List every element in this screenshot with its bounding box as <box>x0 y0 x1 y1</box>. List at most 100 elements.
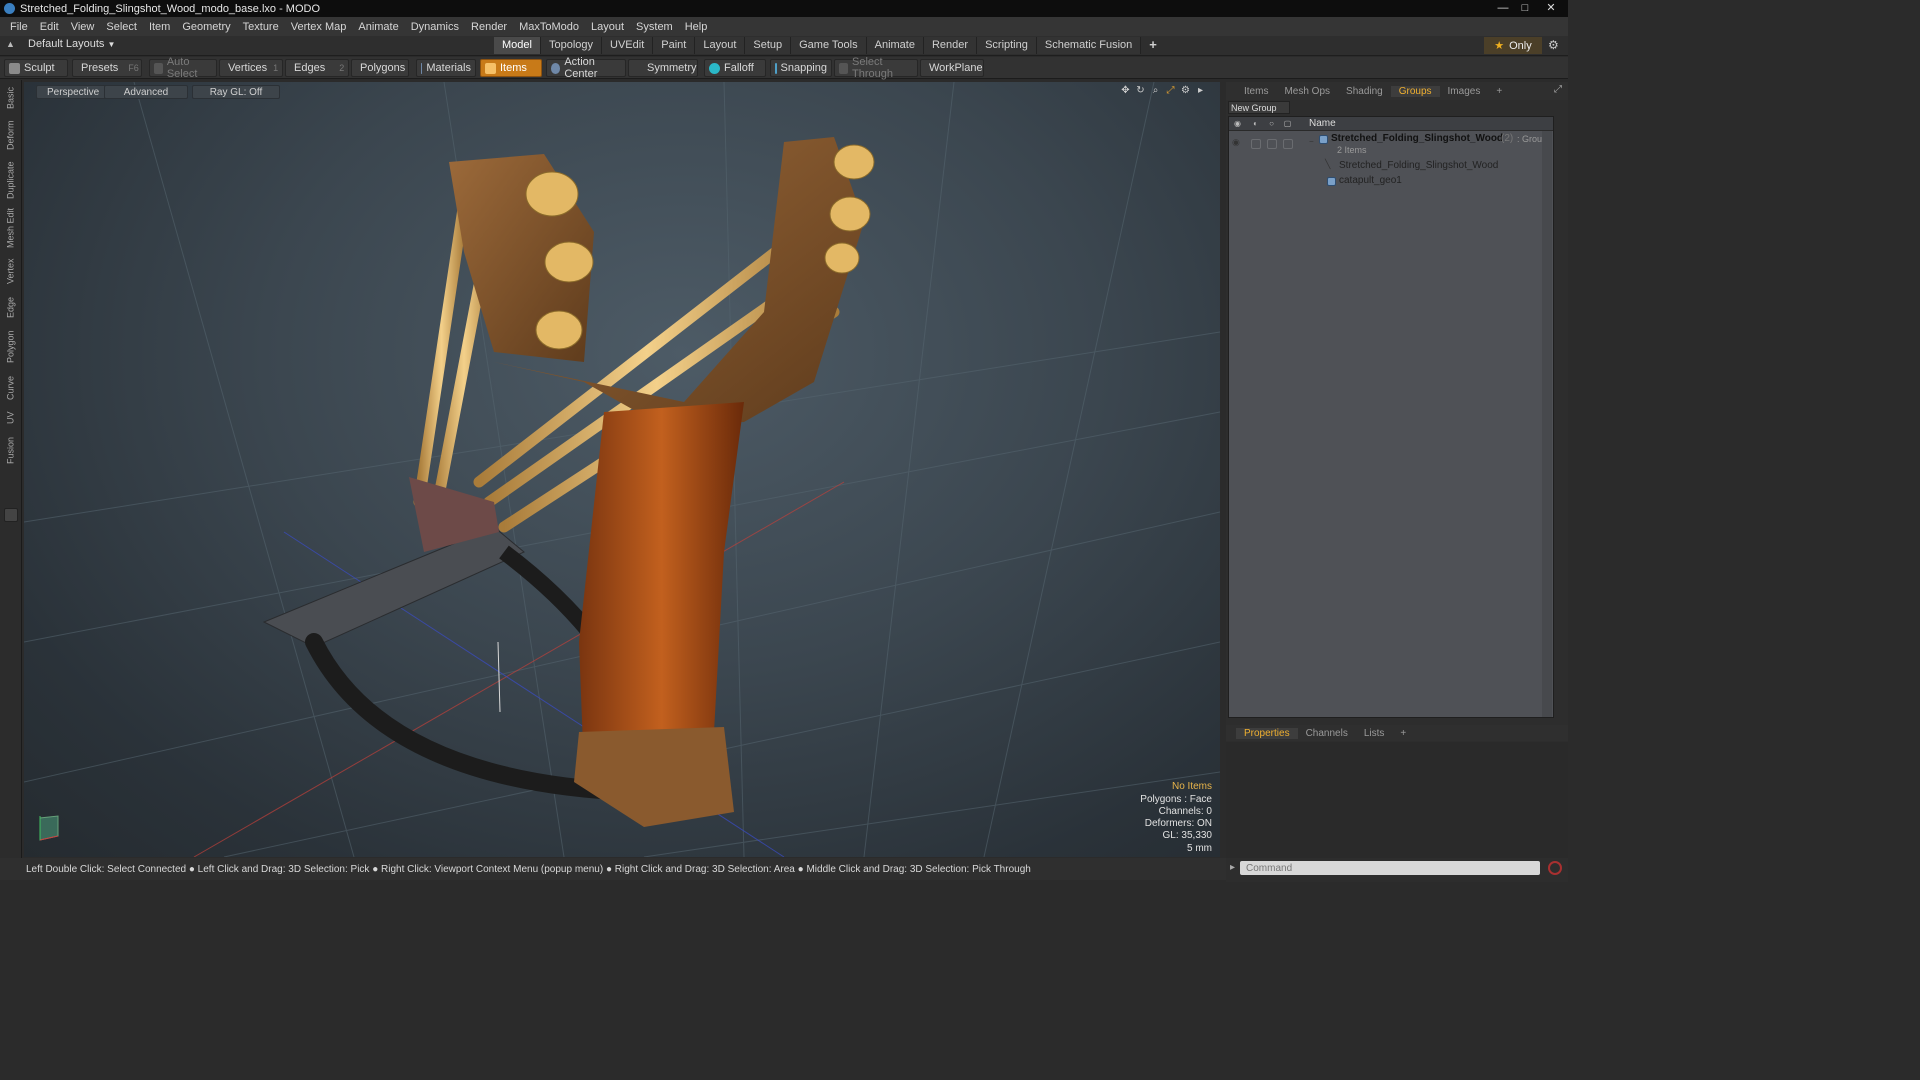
only-button[interactable]: ★ Only <box>1484 37 1542 54</box>
menu-render[interactable]: Render <box>465 21 513 33</box>
tab-properties[interactable]: Properties <box>1236 727 1298 739</box>
group-row[interactable]: ◉ − Stretched_Folding_Slingshot_Wood (2)… <box>1229 133 1553 159</box>
tab-shading[interactable]: Shading <box>1338 86 1391 97</box>
tab-channels[interactable]: Channels <box>1298 728 1356 739</box>
vtab-fusion[interactable]: Fusion <box>3 432 18 468</box>
vtab-uv[interactable]: UV <box>3 408 18 428</box>
move-view-icon[interactable]: ✥ <box>1118 85 1133 96</box>
tab-topology[interactable]: Topology <box>540 37 603 54</box>
name-column-header[interactable]: Name <box>1309 118 1336 129</box>
view-perspective-button[interactable]: Perspective <box>36 85 111 99</box>
menu-geometry[interactable]: Geometry <box>176 21 236 33</box>
select-toggle-icon[interactable]: ▢ <box>1281 119 1294 129</box>
tab-items[interactable]: Items <box>1236 86 1276 97</box>
tab-setup[interactable]: Setup <box>745 37 792 54</box>
tab-layout[interactable]: Layout <box>695 37 746 54</box>
edges-button[interactable]: Edges 2 <box>285 59 349 77</box>
vtab-mesh-edit[interactable]: Mesh Edit <box>3 206 18 250</box>
vtab-polygon[interactable]: Polygon <box>3 326 18 368</box>
x-axis-line <box>193 481 845 857</box>
command-input[interactable]: Command <box>1240 861 1540 875</box>
row-lock-toggle[interactable] <box>1267 139 1277 149</box>
tab-model[interactable]: Model <box>494 37 541 54</box>
menu-file[interactable]: File <box>4 21 34 33</box>
group-child-row[interactable]: ╲ Stretched_Folding_Slingshot_Wood <box>1229 159 1553 174</box>
raygl-button[interactable]: Ray GL: Off <box>192 85 280 99</box>
zoom-view-icon[interactable]: ⌕ <box>1148 85 1163 96</box>
add-tab-plus-icon[interactable]: + <box>1392 728 1414 739</box>
row-select-toggle[interactable] <box>1283 139 1293 149</box>
expand-panel-icon[interactable]: ⤢ <box>1554 84 1562 95</box>
fit-view-icon[interactable]: ⤢ <box>1163 85 1178 96</box>
tab-render[interactable]: Render <box>923 37 978 54</box>
tab-uvedit[interactable]: UVEdit <box>602 37 654 54</box>
menu-select[interactable]: Select <box>100 21 143 33</box>
vtab-curve[interactable]: Curve <box>3 372 18 404</box>
tab-schematic-fusion[interactable]: Schematic Fusion <box>1036 37 1142 54</box>
render-toggle-icon[interactable]: ◐ <box>1249 119 1262 129</box>
rotate-view-icon[interactable]: ↻ <box>1133 85 1148 96</box>
action-center-button[interactable]: Action Center <box>546 56 626 80</box>
row-render-toggle[interactable] <box>1251 139 1261 149</box>
menu-edit[interactable]: Edit <box>34 21 65 33</box>
tab-animate[interactable]: Animate <box>866 37 924 54</box>
collapse-icon[interactable]: − <box>1309 137 1314 146</box>
viewport-menu-arrow-icon[interactable]: ▸ <box>1193 85 1208 96</box>
snapping-button[interactable]: Snapping <box>770 59 832 77</box>
shading-advanced-button[interactable]: Advanced <box>104 85 188 99</box>
sculpt-button[interactable]: Sculpt <box>4 59 68 77</box>
vtab-duplicate[interactable]: Duplicate <box>3 158 18 202</box>
group-child-row[interactable]: catapult_geo1 <box>1229 174 1553 189</box>
gear-icon[interactable]: ⚙ <box>1548 38 1559 52</box>
strip-toggle-button[interactable] <box>4 508 18 522</box>
new-group-button[interactable]: New Group <box>1228 101 1290 114</box>
close-icon[interactable]: ✕ <box>1536 0 1566 15</box>
layout-selector[interactable]: ▲ Default Layouts ▼ <box>6 38 115 50</box>
visibility-eye-icon[interactable]: ◉ <box>1231 119 1244 129</box>
menu-maxtomodo[interactable]: MaxToModo <box>513 21 585 33</box>
items-button[interactable]: Items <box>480 59 542 77</box>
presets-button[interactable]: Presets F6 <box>72 59 142 77</box>
menu-texture[interactable]: Texture <box>237 21 285 33</box>
vtab-vertex[interactable]: Vertex <box>3 254 18 288</box>
tab-paint[interactable]: Paint <box>653 37 696 54</box>
maximize-icon[interactable]: □ <box>1514 0 1536 15</box>
polygons-button[interactable]: Polygons <box>351 59 409 77</box>
groups-list[interactable]: ◉ ◐ ○ ▢ Name ◉ − Stretched_Folding_Sling… <box>1228 116 1554 718</box>
3d-viewport[interactable]: Perspective Advanced Ray GL: Off ✥ ↻ ⌕ ⤢… <box>24 82 1220 857</box>
vtab-edge[interactable]: Edge <box>3 292 18 322</box>
add-tab-plus-icon[interactable]: + <box>1141 37 1165 54</box>
tab-lists[interactable]: Lists <box>1356 728 1393 739</box>
menu-system[interactable]: System <box>630 21 679 33</box>
add-tab-plus-icon[interactable]: + <box>1488 86 1510 97</box>
materials-button[interactable]: Materials <box>416 59 476 77</box>
menu-help[interactable]: Help <box>679 21 714 33</box>
menu-vertex-map[interactable]: Vertex Map <box>285 21 353 33</box>
viewport-settings-icon[interactable]: ⚙ <box>1178 85 1193 96</box>
minimize-icon[interactable]: — <box>1492 0 1514 15</box>
auto-select-button[interactable]: Auto Select <box>149 56 217 80</box>
falloff-button[interactable]: Falloff <box>704 59 766 77</box>
select-through-button[interactable]: Select Through <box>834 56 918 80</box>
row-eye-icon[interactable]: ◉ <box>1232 137 1240 148</box>
menu-dynamics[interactable]: Dynamics <box>405 21 465 33</box>
menu-view[interactable]: View <box>65 21 101 33</box>
groups-scrollbar[interactable] <box>1542 131 1552 717</box>
window-title: Stretched_Folding_Slingshot_Wood_modo_ba… <box>20 2 321 15</box>
tab-game-tools[interactable]: Game Tools <box>791 37 867 54</box>
vtab-basic[interactable]: Basic <box>3 84 18 112</box>
tab-images[interactable]: Images <box>1440 86 1489 97</box>
command-stop-icon[interactable] <box>1548 861 1562 875</box>
symmetry-button[interactable]: Symmetry <box>628 59 698 77</box>
vertices-button[interactable]: Vertices 1 <box>219 59 283 77</box>
menu-item[interactable]: Item <box>143 21 176 33</box>
lock-toggle-icon[interactable]: ○ <box>1265 119 1278 129</box>
command-expand-icon[interactable]: ▸ <box>1230 862 1235 873</box>
menu-layout[interactable]: Layout <box>585 21 630 33</box>
menu-animate[interactable]: Animate <box>352 21 404 33</box>
tab-groups[interactable]: Groups <box>1390 85 1440 97</box>
workplane-button[interactable]: WorkPlane <box>920 59 984 77</box>
tab-scripting[interactable]: Scripting <box>977 37 1037 54</box>
vtab-deform[interactable]: Deform <box>3 116 18 154</box>
tab-mesh-ops[interactable]: Mesh Ops <box>1276 86 1338 97</box>
